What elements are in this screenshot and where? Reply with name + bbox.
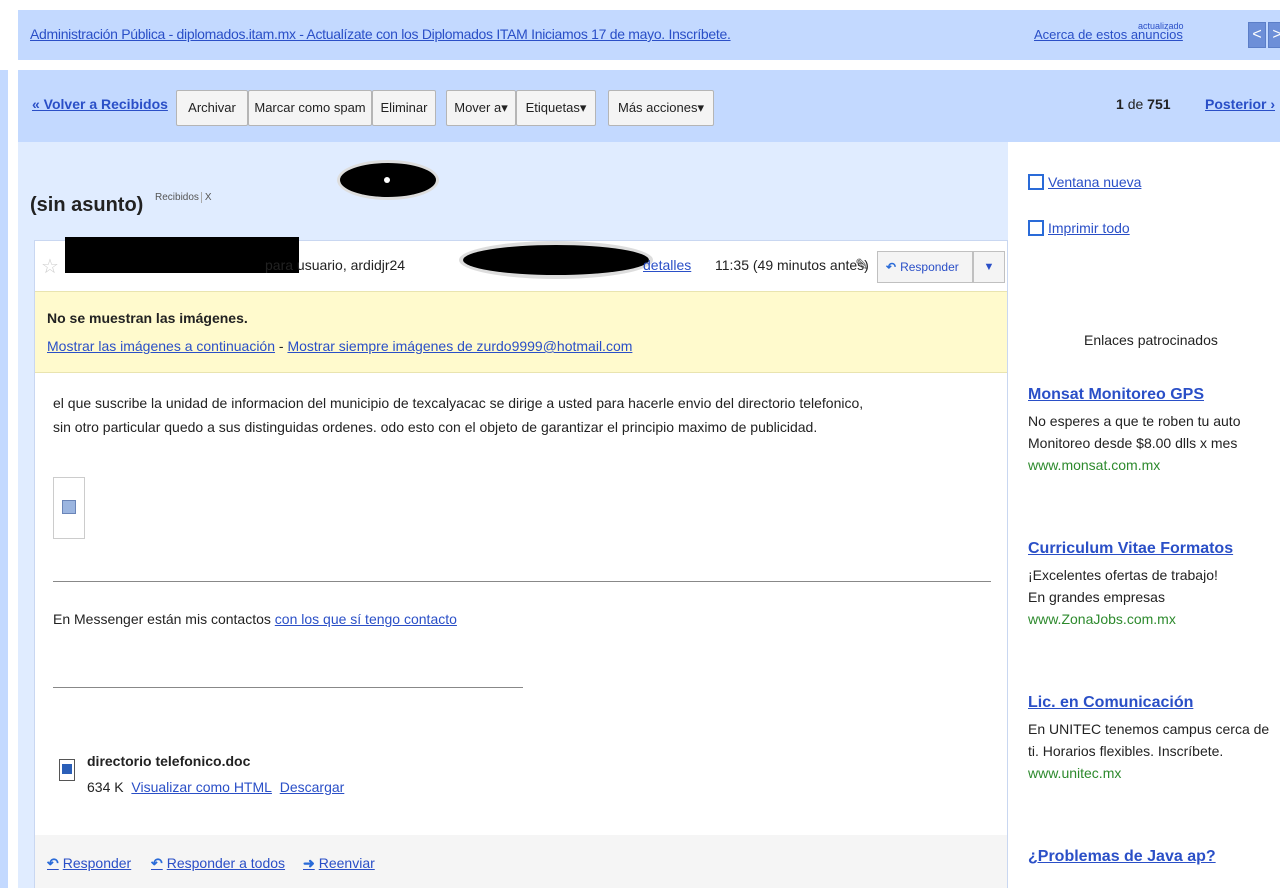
ad-title-link[interactable]: ¿Problemas de Java ap? xyxy=(1028,848,1278,866)
ad-title-link[interactable]: Lic. en Comunicación xyxy=(1028,694,1278,712)
paperclip-icon: ✎ xyxy=(855,257,869,274)
always-show-images-link[interactable]: Mostrar siempre imágenes de zurdo9999@ho… xyxy=(287,338,632,354)
reply-icon: ↶ xyxy=(47,855,59,871)
ad-line-2: En grandes empresas xyxy=(1028,589,1165,605)
counter-of: de xyxy=(1127,96,1144,112)
inbox-label[interactable]: Recibidos xyxy=(155,192,199,203)
delete-button[interactable]: Eliminar xyxy=(372,90,436,126)
star-icon[interactable]: ☆ xyxy=(41,254,59,279)
message-counter: 1 de 751 xyxy=(1116,96,1171,112)
body-divider xyxy=(53,581,991,582)
ad-url[interactable]: www.ZonaJobs.com.mx xyxy=(1028,608,1278,630)
next-ad-button[interactable]: > xyxy=(1268,22,1280,48)
message-body: el que suscribe la unidad de informacion… xyxy=(53,391,983,439)
footer-forward-link[interactable]: ➜ Reenviar xyxy=(303,855,375,872)
ad-line-2: ti. Horarios flexibles. Inscríbete. xyxy=(1028,743,1224,759)
redaction-oval xyxy=(463,245,649,275)
ad-line-2: Monitoreo desde $8.00 dlls x mes xyxy=(1028,435,1238,451)
broken-image-icon xyxy=(62,500,76,514)
redaction-mark xyxy=(340,163,436,197)
archive-button[interactable]: Archivar xyxy=(176,90,248,126)
sponsored-links-title: Enlaces patrocinados xyxy=(1084,332,1218,348)
reply-button-label: Responder xyxy=(900,260,959,274)
remove-label-button[interactable]: X xyxy=(200,192,212,203)
image-placeholder xyxy=(53,477,85,539)
ad-line-1: En UNITEC tenemos campus cerca de xyxy=(1028,721,1270,737)
recipient-text: para usuario, ardidjr24 xyxy=(265,257,406,273)
top-ad-bar: Administración Pública - diplomados.itam… xyxy=(18,10,1280,60)
message-footer-actions: ↶ Responder ↶ Responder a todos ➜ Reenviar xyxy=(35,835,1007,888)
next-message-link[interactable]: Posterior › xyxy=(1205,96,1275,112)
more-actions-button[interactable]: Más acciones▾ xyxy=(608,90,714,126)
sponsored-ad: Curriculum Vitae Formatos ¡Excelentes of… xyxy=(1028,540,1278,630)
images-warning: No se muestran las imágenes. Mostrar las… xyxy=(35,291,1007,373)
forward-icon: ➜ xyxy=(303,855,315,871)
ad-title-link[interactable]: Monsat Monitoreo GPS xyxy=(1028,386,1278,404)
message-toolbar: « Volver a Recibidos Archivar Marcar com… xyxy=(18,70,1280,142)
counter-current: 1 xyxy=(1116,96,1124,112)
ad-url[interactable]: www.monsat.com.mx xyxy=(1028,454,1278,476)
sponsored-ad: Monsat Monitoreo GPS No esperes a que te… xyxy=(1028,386,1278,476)
download-link[interactable]: Descargar xyxy=(280,779,345,795)
messenger-signature: En Messenger están mis contactos con los… xyxy=(53,611,457,627)
footer-reply-all-link[interactable]: ↶ Responder a todos xyxy=(151,855,285,872)
print-all-label: Imprimir todo xyxy=(1048,220,1130,236)
sender-redaction xyxy=(65,237,299,273)
message-header: ☆ para usuario, ardidjr24 detalles 11:35… xyxy=(35,237,1007,291)
sponsored-ad: ¿Problemas de Java ap? xyxy=(1028,848,1278,872)
new-window-label: Ventana nueva xyxy=(1048,174,1142,190)
signature-divider xyxy=(53,687,523,688)
new-window-link[interactable]: Ventana nueva xyxy=(1028,174,1141,190)
reply-arrow-icon: ↶ xyxy=(886,260,897,274)
ad-url[interactable]: www.unitec.mx xyxy=(1028,762,1278,784)
ad-line-1: ¡Excelentes ofertas de trabajo! xyxy=(1028,567,1218,583)
show-images-link[interactable]: Mostrar las imágenes a continuación xyxy=(47,338,275,354)
footer-forward-label: Reenviar xyxy=(318,855,375,871)
messenger-link[interactable]: con los que sí tengo contacto xyxy=(275,611,457,627)
message-time: 11:35 (49 minutos antes) xyxy=(715,257,869,273)
attachment-meta: 634 K Visualizar como HTML Descargar xyxy=(87,779,344,795)
more-options-dropdown[interactable]: ▼ xyxy=(973,251,1005,283)
reply-button[interactable]: ↶ Responder xyxy=(877,251,973,283)
left-edge xyxy=(0,0,8,888)
attachment-size: 634 K xyxy=(87,779,124,795)
doc-icon-mark xyxy=(62,764,72,774)
attachment-name: directorio telefonico.doc xyxy=(87,753,251,769)
sponsored-ad: Lic. en Comunicación En UNITEC tenemos c… xyxy=(1028,694,1278,784)
footer-reply-label: Responder xyxy=(62,855,132,871)
new-window-icon xyxy=(1028,174,1044,190)
inbox-label-chip: Recibidos X xyxy=(152,190,215,205)
labels-button[interactable]: Etiquetas▾ xyxy=(516,90,596,126)
print-all-link[interactable]: Imprimir todo xyxy=(1028,220,1130,236)
links-separator: - xyxy=(275,338,288,354)
body-line-1: el que suscribe la unidad de informacion… xyxy=(53,395,864,411)
footer-reply-all-label: Responder a todos xyxy=(166,855,286,871)
back-to-inbox-link[interactable]: « Volver a Recibidos xyxy=(32,96,168,112)
updated-label: actualizado xyxy=(1138,21,1184,31)
counter-total: 751 xyxy=(1147,96,1171,112)
ad-title-link[interactable]: Curriculum Vitae Formatos xyxy=(1028,540,1278,558)
right-sidebar: Ventana nueva Imprimir todo Enlaces patr… xyxy=(1018,162,1280,888)
top-ad-link[interactable]: Administración Pública - diplomados.itam… xyxy=(30,26,731,42)
images-warning-links: Mostrar las imágenes a continuación - Mo… xyxy=(47,338,632,354)
report-spam-button[interactable]: Marcar como spam xyxy=(248,90,372,126)
message-card: ☆ para usuario, ardidjr24 detalles 11:35… xyxy=(34,237,1008,888)
details-link[interactable]: detalles xyxy=(643,257,691,273)
body-line-2: sin otro particular quedo a sus distingu… xyxy=(53,419,818,435)
ad-line-1: No esperes a que te roben tu auto xyxy=(1028,413,1241,429)
footer-reply-link[interactable]: ↶ Responder xyxy=(47,855,131,872)
view-as-html-link[interactable]: Visualizar como HTML xyxy=(131,779,272,795)
word-doc-icon xyxy=(59,759,75,781)
message-subject: (sin asunto) xyxy=(30,194,144,216)
reply-all-icon: ↶ xyxy=(151,855,163,871)
images-warning-title: No se muestran las imágenes. xyxy=(47,310,248,326)
messenger-text: En Messenger están mis contactos xyxy=(53,611,271,627)
left-edge-bar xyxy=(0,70,8,888)
printer-icon xyxy=(1028,220,1044,236)
redaction-dot xyxy=(384,177,390,183)
move-to-button[interactable]: Mover a▾ xyxy=(446,90,516,126)
prev-ad-button[interactable]: < xyxy=(1248,22,1266,48)
